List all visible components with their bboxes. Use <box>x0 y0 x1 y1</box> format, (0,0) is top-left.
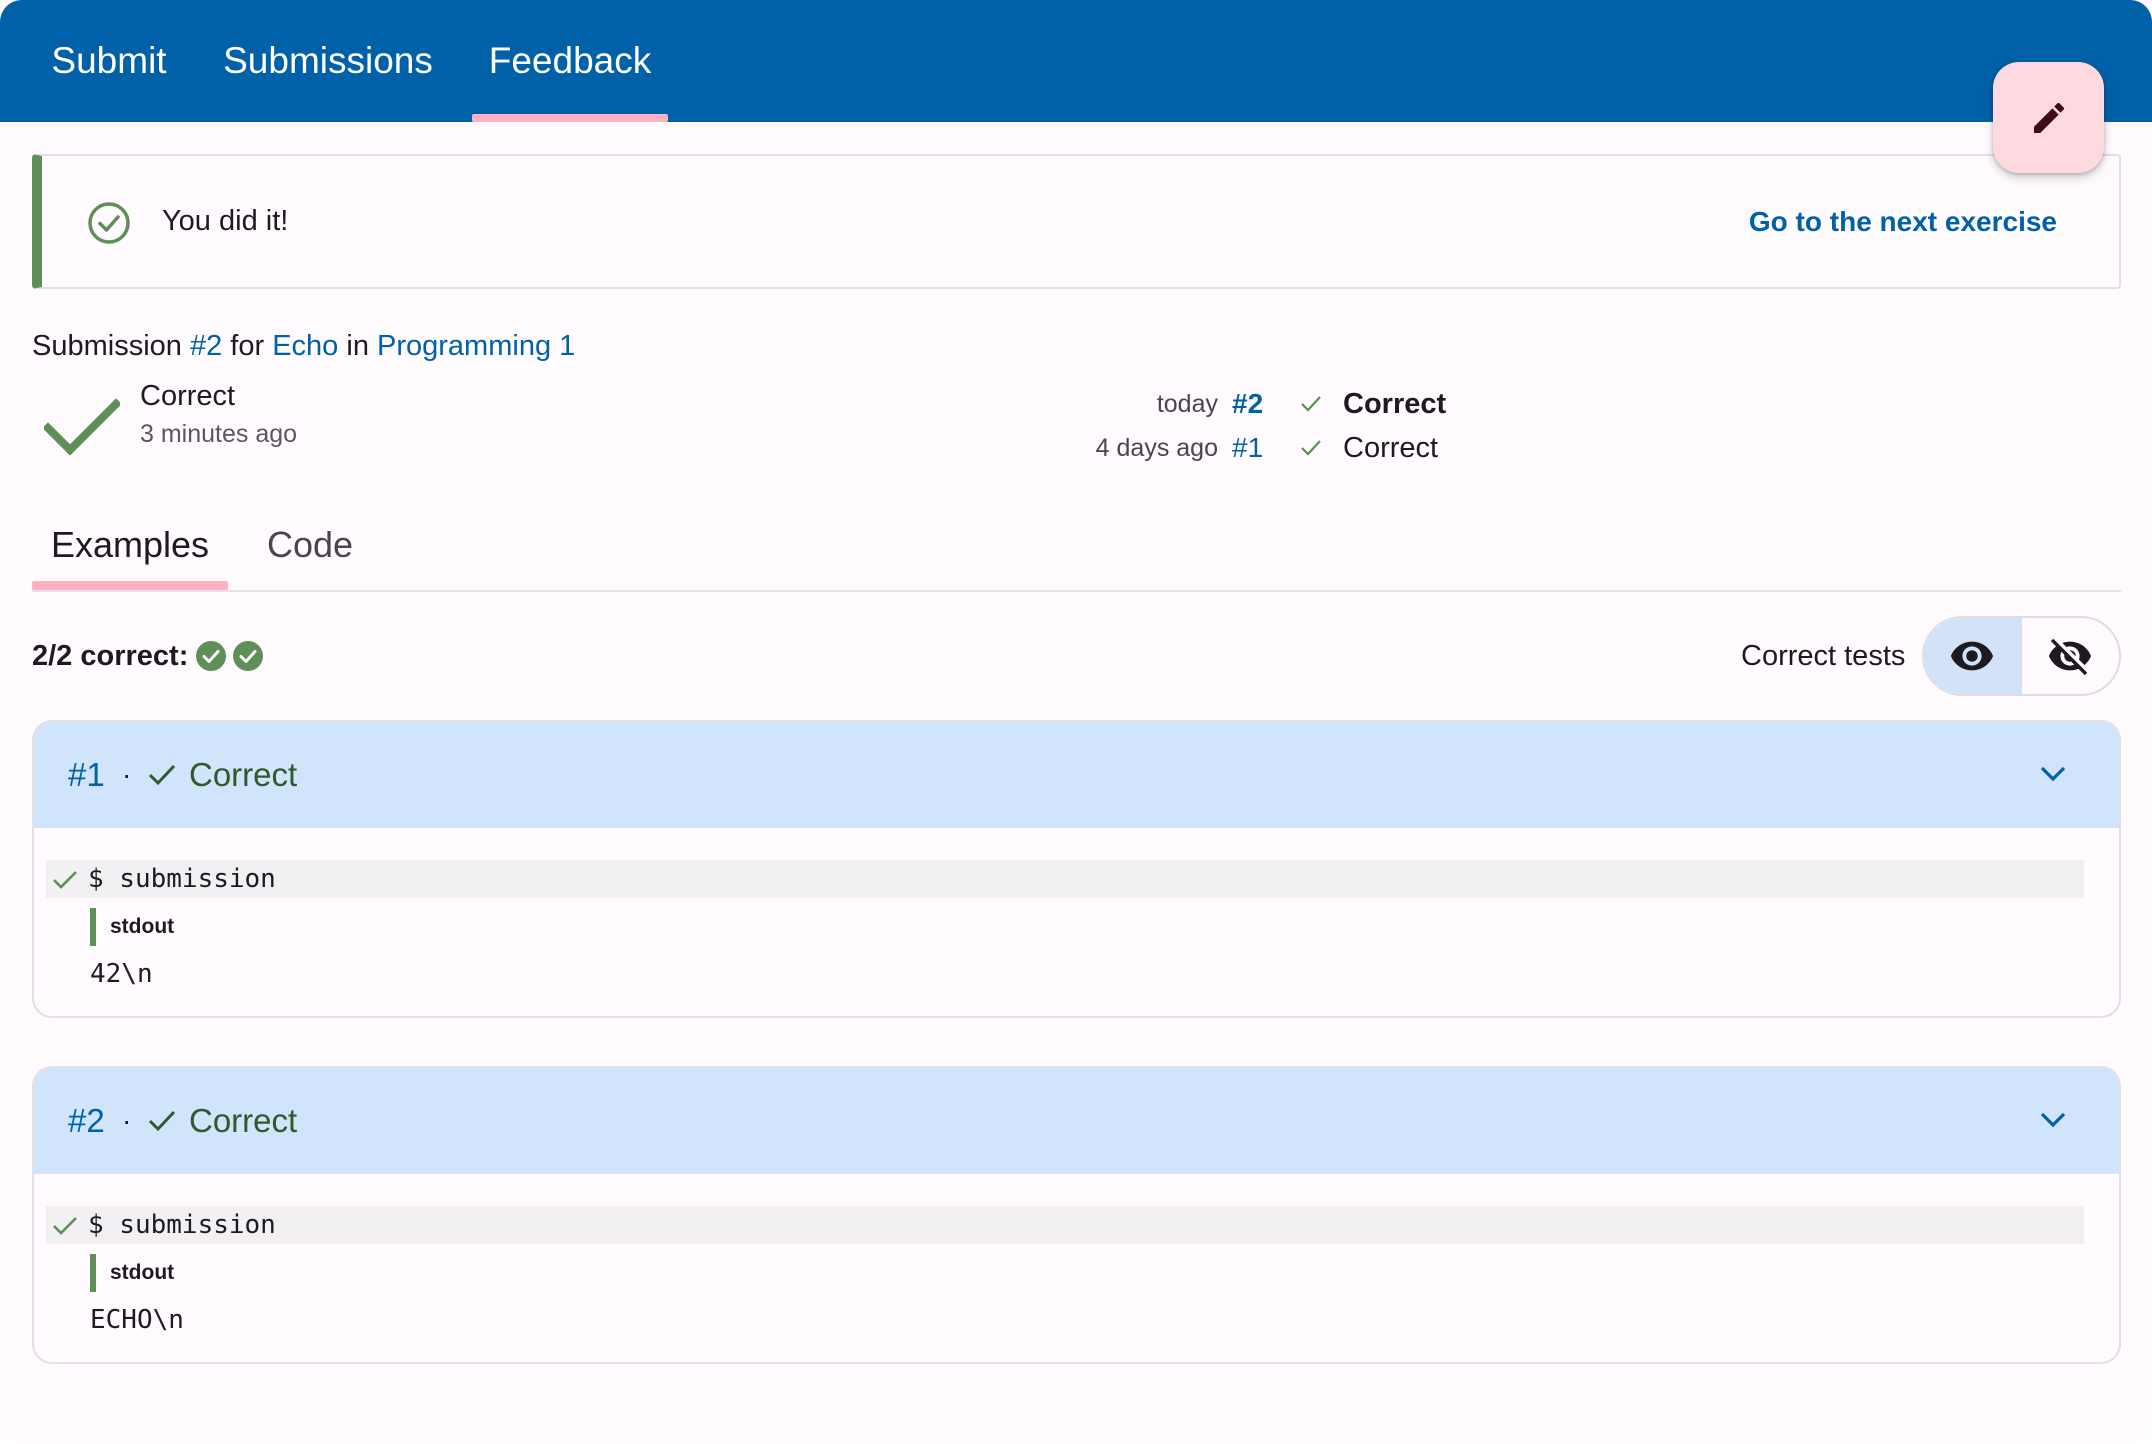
edit-button[interactable] <box>1993 62 2104 173</box>
check-icon <box>148 1110 176 1132</box>
next-exercise-link[interactable]: Go to the next exercise <box>1749 156 2057 287</box>
check-icon <box>1301 440 1321 456</box>
stdout-marker <box>90 908 96 946</box>
course-link[interactable]: Programming 1 <box>377 330 575 362</box>
check-icon <box>53 871 77 889</box>
in-word: in <box>346 330 369 362</box>
tab-examples[interactable]: Examples <box>32 500 228 590</box>
history-when: 4 days ago <box>1095 433 1218 462</box>
stdout-value: 42\n <box>90 959 153 989</box>
correct-tests-label: Correct tests <box>1741 639 1906 672</box>
tab-submit[interactable]: Submit <box>30 0 188 122</box>
check-icon <box>148 764 176 786</box>
history-item[interactable]: 4 days ago #1 Correct <box>1000 428 1500 468</box>
history-number-link[interactable]: #2 <box>1232 384 1263 424</box>
banner-message: You did it! <box>162 205 289 237</box>
stdout-label: stdout <box>110 1261 175 1284</box>
test-card-header[interactable]: #1 · Correct <box>34 722 2119 828</box>
history-item[interactable]: today #2 Correct <box>1000 384 1500 424</box>
test-number: #1 <box>68 756 105 793</box>
submission-time: 3 minutes ago <box>140 420 298 448</box>
tab-code[interactable]: Code <box>248 500 372 590</box>
history-status: Correct <box>1343 387 1447 420</box>
top-nav-bar: Submit Submissions Feedback <box>0 0 2152 122</box>
history-number-link[interactable]: #1 <box>1232 428 1263 468</box>
check-icon <box>1301 396 1321 412</box>
command-text: $ submission <box>88 1210 276 1240</box>
check-icon <box>53 1217 77 1235</box>
submission-title: Submission #2 for Echo in Programming 1 <box>32 330 575 363</box>
submission-status: Correct <box>140 380 236 412</box>
check-circle-icon <box>88 202 130 244</box>
stdout-value: ECHO\n <box>90 1305 184 1335</box>
correct-tests-toggle <box>1922 616 2121 696</box>
passed-dot-icon <box>196 641 227 671</box>
submission-prefix: Submission <box>32 330 182 362</box>
test-number: #2 <box>68 1102 105 1139</box>
test-separator: · <box>122 759 132 790</box>
tests-summary: 2/2 correct: <box>32 636 264 676</box>
history-when: today <box>1156 389 1218 418</box>
tab-feedback[interactable]: Feedback <box>472 0 668 122</box>
summary-text: 2/2 correct: <box>32 639 189 672</box>
test-command: $ submission <box>46 860 2084 898</box>
passed-dot-icon <box>233 641 264 671</box>
stdout-label: stdout <box>110 915 175 938</box>
success-banner: You did it! Go to the next exercise <box>32 154 2121 289</box>
submission-number-link[interactable]: #2 <box>190 330 222 362</box>
eye-icon <box>1950 641 1993 671</box>
show-correct-tests-button[interactable] <box>1924 618 2022 694</box>
page: Submit Submissions Feedback You did it! … <box>0 0 2152 1444</box>
exercise-link[interactable]: Echo <box>272 330 338 362</box>
for-word: for <box>230 330 265 362</box>
tabs-divider <box>32 590 2121 592</box>
test-separator: · <box>122 1105 132 1136</box>
history-status: Correct <box>1343 431 1439 464</box>
test-card: #2 · Correct $ submission stdout ECHO\n <box>32 1066 2121 1364</box>
pencil-icon <box>2033 102 2064 133</box>
check-icon <box>44 398 120 456</box>
test-status: Correct <box>189 756 298 793</box>
command-text: $ submission <box>88 864 276 894</box>
chevron-down-icon[interactable] <box>2039 763 2067 785</box>
stdout-marker <box>90 1254 96 1292</box>
test-command: $ submission <box>46 1206 2084 1244</box>
tab-submissions[interactable]: Submissions <box>208 0 448 122</box>
chevron-down-icon[interactable] <box>2039 1109 2067 1131</box>
test-status: Correct <box>189 1102 298 1139</box>
test-card: #1 · Correct $ submission stdout 42\n <box>32 720 2121 1018</box>
test-card-header[interactable]: #2 · Correct <box>34 1068 2119 1174</box>
hide-correct-tests-button[interactable] <box>2022 618 2120 694</box>
eye-off-icon <box>2049 638 2092 676</box>
